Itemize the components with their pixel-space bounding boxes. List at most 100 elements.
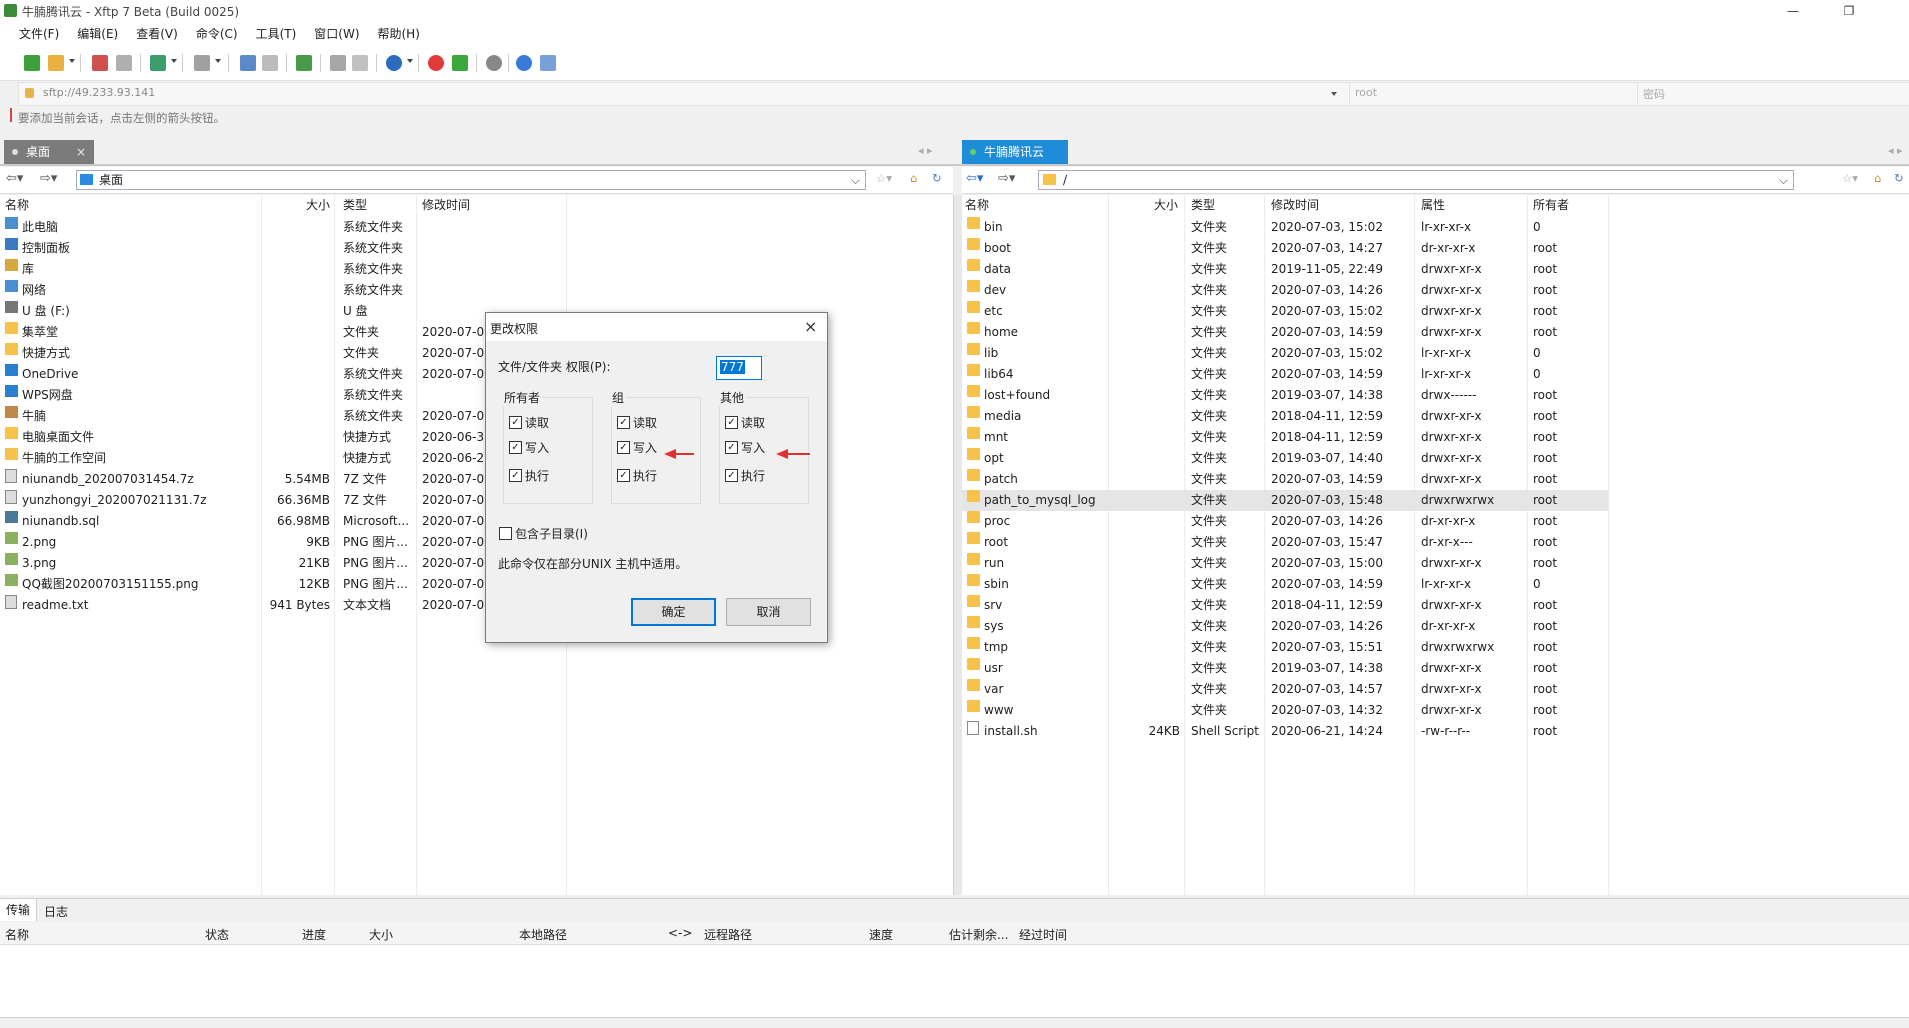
list-item[interactable]: run 文件夹 2020-07-03, 15:00 drwxr-xr-x root: [962, 553, 1608, 574]
tab-scroll-icon[interactable]: ◂ ▸: [918, 144, 933, 157]
recursive-checkbox[interactable]: [499, 527, 512, 540]
close-icon[interactable]: ×: [804, 317, 817, 336]
chevron-down-icon[interactable]: ⌵: [851, 171, 860, 189]
menu-file[interactable]: 文件(F): [10, 22, 68, 46]
column-header-local-path[interactable]: 本地路径: [519, 926, 567, 943]
list-item[interactable]: usr 文件夹 2019-03-07, 14:38 drwxr-xr-x root: [962, 658, 1608, 679]
column-header-modified[interactable]: 修改时间: [422, 195, 470, 215]
list-item-selected[interactable]: path_to_mysql_log 文件夹 2020-07-03, 15:48 drw…: [962, 490, 1608, 511]
list-item[interactable]: etc 文件夹 2020-07-03, 15:02 drwxr-xr-x root: [962, 301, 1608, 322]
column-header-direction[interactable]: <->: [668, 926, 692, 940]
owner-read-checkbox[interactable]: ✓: [509, 416, 522, 429]
print-icon[interactable]: [330, 55, 346, 71]
column-header-type[interactable]: 类型: [343, 195, 367, 215]
disconnect-icon[interactable]: [92, 55, 108, 71]
list-item[interactable]: data 文件夹 2019-11-05, 22:49 drwxr-xr-x root: [962, 259, 1608, 280]
reconnect-icon[interactable]: [116, 55, 132, 71]
list-item[interactable]: www 文件夹 2020-07-03, 14:32 drwxr-xr-x root: [962, 700, 1608, 721]
list-item[interactable]: media 文件夹 2018-04-11, 12:59 drwxr-xr-x root: [962, 406, 1608, 427]
column-header-size[interactable]: 大小: [1154, 195, 1178, 215]
open-folder-icon[interactable]: [48, 55, 64, 71]
list-item[interactable]: sys 文件夹 2020-07-03, 14:26 dr-xr-xr-x root: [962, 616, 1608, 637]
local-path-input[interactable]: 桌面 ⌵: [76, 170, 866, 190]
gear-icon[interactable]: [486, 55, 502, 71]
list-item[interactable]: 网络 系统文件夹: [0, 280, 953, 301]
close-icon[interactable]: ×: [1070, 140, 1080, 164]
list-item[interactable]: lib 文件夹 2020-07-03, 15:02 lr-xr-xr-x 0: [962, 343, 1608, 364]
upload-icon[interactable]: [240, 55, 256, 71]
list-item[interactable]: dev 文件夹 2020-07-03, 14:26 drwxr-xr-x root: [962, 280, 1608, 301]
list-item[interactable]: home 文件夹 2020-07-03, 14:59 drwxr-xr-x root: [962, 322, 1608, 343]
menu-tools[interactable]: 工具(T): [247, 22, 306, 46]
download-icon[interactable]: [262, 55, 278, 71]
transfer-icon[interactable]: [150, 55, 166, 71]
star-icon[interactable]: ☆▾: [876, 171, 892, 185]
list-item[interactable]: patch 文件夹 2020-07-03, 14:59 drwxr-xr-x root: [962, 469, 1608, 490]
list-item[interactable]: opt 文件夹 2019-03-07, 14:40 drwxr-xr-x root: [962, 448, 1608, 469]
list-item[interactable]: srv 文件夹 2018-04-11, 12:59 drwxr-xr-x root: [962, 595, 1608, 616]
globe-icon[interactable]: [386, 55, 402, 71]
list-item[interactable]: sbin 文件夹 2020-07-03, 14:59 lr-xr-xr-x 0: [962, 574, 1608, 595]
chevron-down-icon[interactable]: [171, 59, 177, 63]
column-header-size[interactable]: 大小: [369, 926, 393, 943]
star-icon[interactable]: ☆▾: [1842, 171, 1858, 185]
back-icon[interactable]: ⇦▾: [6, 171, 23, 186]
parent-folder-icon[interactable]: ⌂: [1874, 171, 1881, 185]
refresh-icon[interactable]: ↻: [932, 171, 942, 185]
parent-folder-icon[interactable]: ⌂: [910, 171, 917, 185]
column-header-name[interactable]: 名称: [5, 926, 29, 943]
column-header-progress[interactable]: 进度: [302, 926, 326, 943]
tab-remote-session[interactable]: 牛腩腾讯云 ×: [962, 140, 1080, 164]
menu-edit[interactable]: 编辑(E): [68, 22, 127, 46]
list-item[interactable]: 控制面板 系统文件夹: [0, 238, 953, 259]
list-item[interactable]: mnt 文件夹 2018-04-11, 12:59 drwxr-xr-x root: [962, 427, 1608, 448]
list-item[interactable]: proc 文件夹 2020-07-03, 14:26 dr-xr-xr-x root: [962, 511, 1608, 532]
column-header-name[interactable]: 名称: [5, 195, 29, 215]
forward-icon[interactable]: ⇨▾: [40, 171, 57, 186]
permission-input[interactable]: 777: [716, 356, 762, 380]
tab-local-desktop[interactable]: 桌面 ×: [4, 140, 94, 164]
remote-path-input[interactable]: / ⌵: [1038, 170, 1794, 190]
chat-icon[interactable]: [540, 55, 556, 71]
other-write-checkbox[interactable]: ✓: [725, 441, 738, 454]
xshell-icon[interactable]: [428, 55, 444, 71]
list-item[interactable]: tmp 文件夹 2020-07-03, 15:51 drwxrwxrwx root: [962, 637, 1608, 658]
tab-scroll-icon[interactable]: ◂ ▸: [1888, 144, 1903, 157]
group-exec-checkbox[interactable]: ✓: [617, 469, 630, 482]
menu-command[interactable]: 命令(C): [187, 22, 247, 46]
username-input[interactable]: root: [1355, 86, 1377, 99]
password-input[interactable]: 密码: [1643, 86, 1665, 102]
list-item[interactable]: bin 文件夹 2020-07-03, 15:02 lr-xr-xr-x 0: [962, 217, 1608, 238]
column-header-elapsed[interactable]: 经过时间: [1019, 926, 1067, 943]
refresh-icon[interactable]: ↻: [1894, 171, 1904, 185]
address-input[interactable]: sftp://49.233.93.141: [43, 86, 155, 99]
chevron-down-icon[interactable]: [69, 59, 75, 63]
column-header-remote-path[interactable]: 远程路径: [704, 926, 752, 943]
list-item[interactable]: boot 文件夹 2020-07-03, 14:27 dr-xr-xr-x root: [962, 238, 1608, 259]
menu-view[interactable]: 查看(V): [127, 22, 187, 46]
list-item[interactable]: 此电脑 系统文件夹: [0, 217, 953, 238]
column-header-name[interactable]: 名称: [965, 195, 989, 215]
group-write-checkbox[interactable]: ✓: [617, 441, 630, 454]
menu-window[interactable]: 窗口(W): [305, 22, 368, 46]
chevron-down-icon[interactable]: ⌵: [1779, 171, 1788, 189]
chevron-down-icon[interactable]: [407, 59, 413, 63]
other-exec-checkbox[interactable]: ✓: [725, 469, 738, 482]
back-icon[interactable]: ⇦▾: [966, 171, 983, 186]
column-header-attributes[interactable]: 属性: [1421, 195, 1445, 215]
pane-splitter[interactable]: [954, 195, 962, 895]
new-session-icon[interactable]: [24, 55, 40, 71]
help-icon[interactable]: [516, 55, 532, 71]
group-read-checkbox[interactable]: ✓: [617, 416, 630, 429]
layout-icon[interactable]: [194, 55, 210, 71]
other-read-checkbox[interactable]: ✓: [725, 416, 738, 429]
copy-icon[interactable]: [352, 55, 368, 71]
tab-log[interactable]: 日志: [44, 903, 68, 920]
list-item[interactable]: lost+found 文件夹 2019-03-07, 14:38 drwx------…: [962, 385, 1608, 406]
column-header-size[interactable]: 大小: [306, 195, 330, 215]
menu-help[interactable]: 帮助(H): [369, 22, 429, 46]
close-icon[interactable]: ×: [76, 140, 86, 164]
ok-button[interactable]: 确定: [631, 598, 716, 626]
column-header-type[interactable]: 类型: [1191, 195, 1215, 215]
column-header-owner[interactable]: 所有者: [1533, 195, 1569, 215]
